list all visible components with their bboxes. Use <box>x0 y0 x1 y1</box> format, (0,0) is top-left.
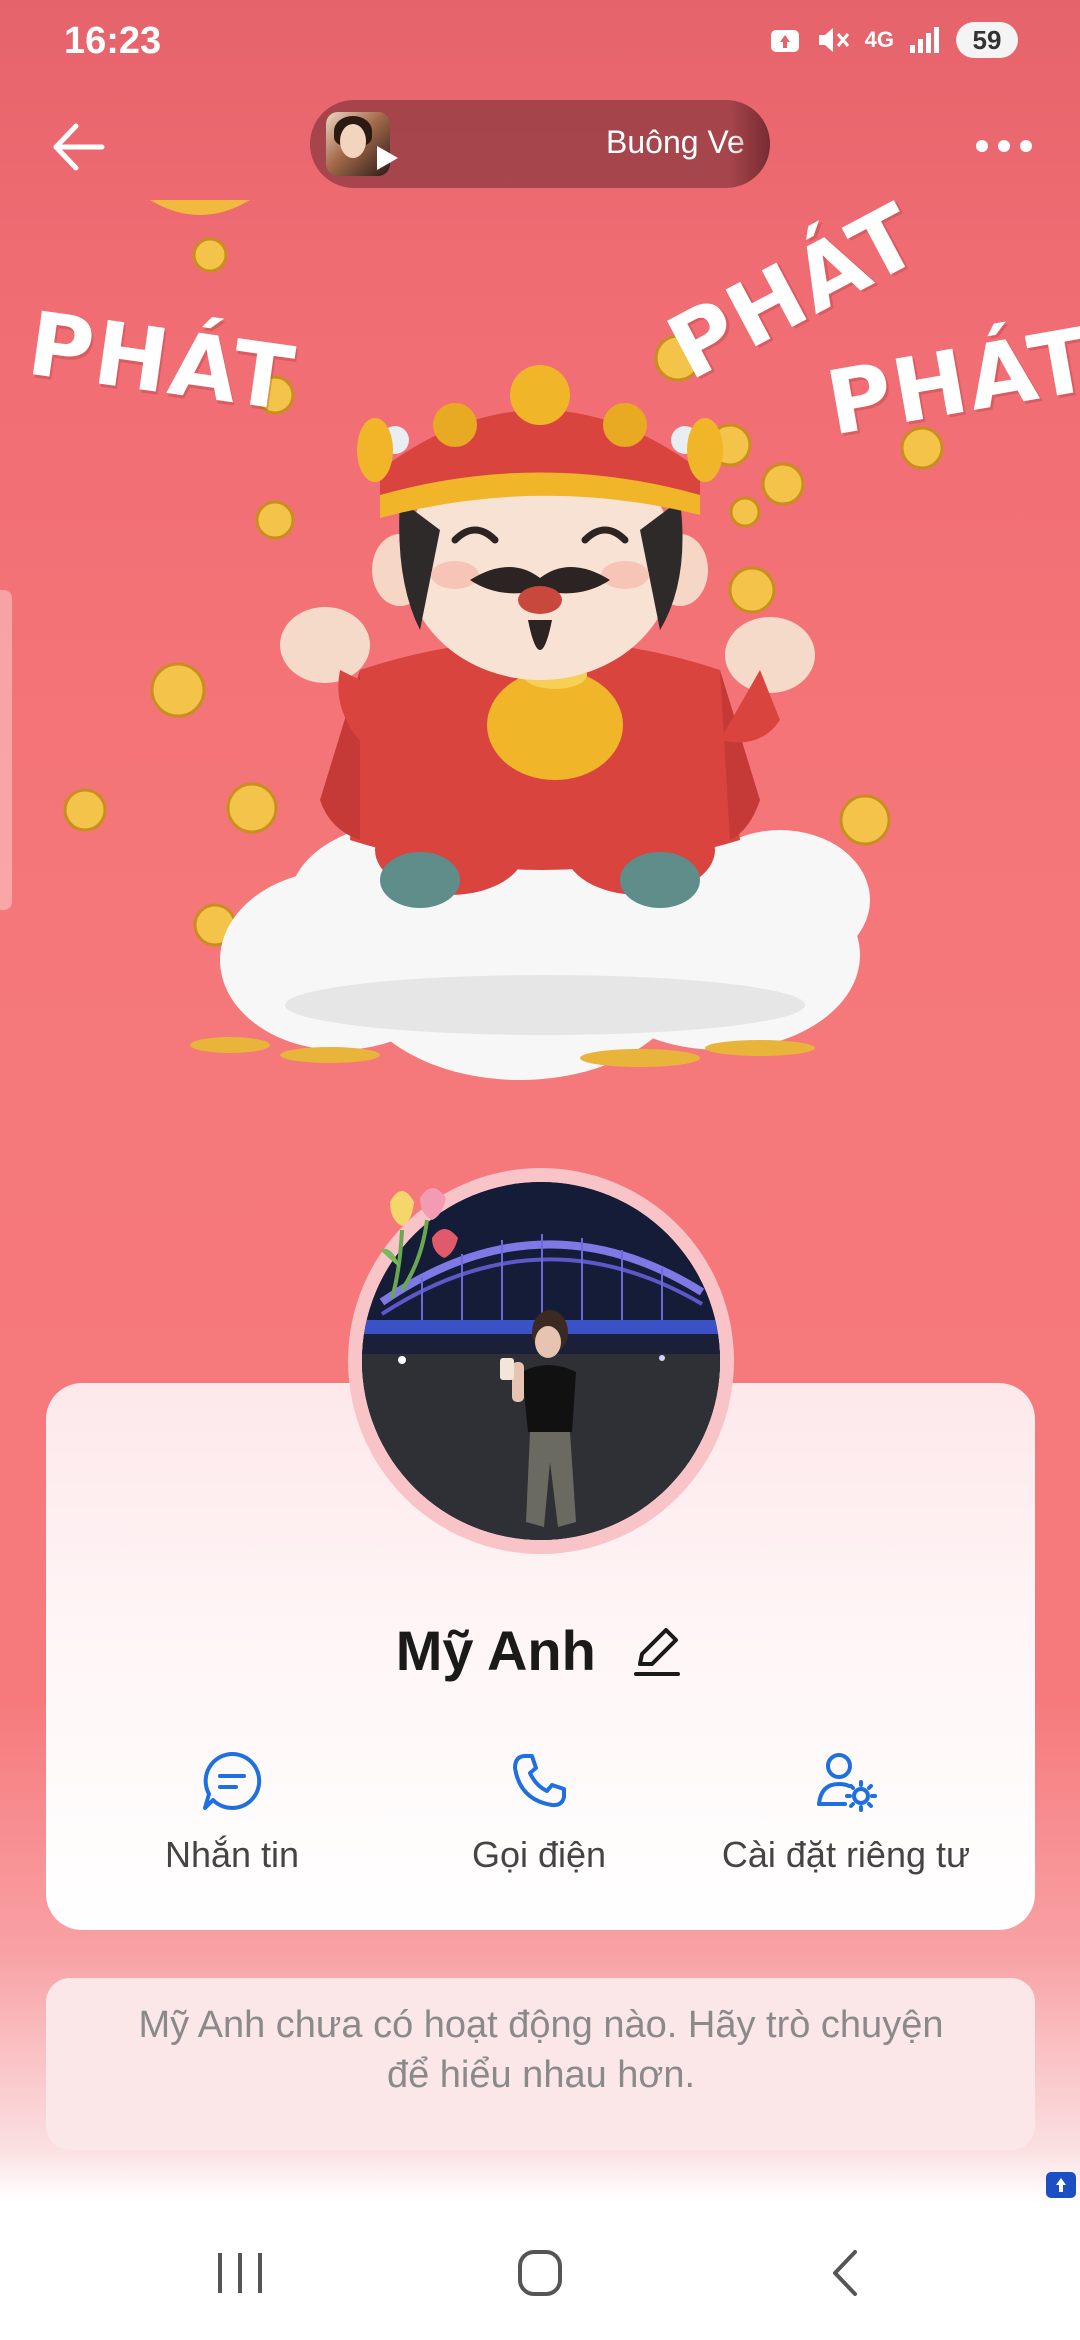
user-settings-icon <box>817 1753 877 1812</box>
message-button[interactable]: Nhắn tin <box>82 1748 382 1876</box>
song-title: Buông Ve <box>606 124 745 160</box>
profile-screen: 16:23 4G 59 Buông Ve PHÁT PHÁT PHÁT Mỹ A… <box>0 0 1080 2340</box>
system-navigation-bar <box>0 2204 1080 2340</box>
home-icon[interactable] <box>490 2238 590 2308</box>
edge-panel-handle[interactable] <box>0 590 12 910</box>
more-horizontal-icon[interactable] <box>968 118 1040 174</box>
arrow-left-icon[interactable] <box>44 112 114 182</box>
back-icon[interactable] <box>795 2238 895 2308</box>
call-label: Gọi điện <box>471 1834 607 1875</box>
floating-upload-icon[interactable] <box>1046 2172 1076 2198</box>
edit-name-icon[interactable] <box>630 1624 684 1678</box>
tulip-decoration-icon <box>380 1188 458 1299</box>
signal-icon <box>910 27 939 53</box>
activity-empty-state: Mỹ Anh chưa có hoạt động nào. Hãy trò ch… <box>46 1978 1035 2150</box>
message-label: Nhắn tin <box>164 1834 300 1875</box>
profile-name-row: Mỹ Anh <box>0 1618 1080 1683</box>
cover-image[interactable]: PHÁT PHÁT PHÁT <box>0 183 1080 1100</box>
status-icons: 4G 59 <box>769 22 1018 58</box>
status-bar: 16:23 4G 59 <box>0 0 1080 84</box>
network-type: 4G <box>864 27 894 52</box>
notification-icon <box>770 30 799 52</box>
profile-name: Mỹ Anh <box>395 1619 596 1682</box>
music-player-pill[interactable]: Buông Ve <box>310 100 770 188</box>
status-time: 16:23 <box>64 20 162 62</box>
phone-icon <box>513 1754 566 1808</box>
privacy-settings-label: Cài đặt riêng tư <box>721 1834 971 1875</box>
mute-icon <box>818 28 849 52</box>
battery-indicator: 59 <box>956 22 1018 58</box>
activity-message: Mỹ Anh chưa có hoạt động nào. Hãy trò ch… <box>138 2004 944 2096</box>
play-icon <box>377 146 398 170</box>
message-icon <box>203 1751 262 1810</box>
call-button[interactable]: Gọi điện <box>389 1748 689 1876</box>
recent-apps-icon[interactable] <box>190 2238 290 2308</box>
privacy-settings-button[interactable]: Cài đặt riêng tư <box>696 1748 996 1876</box>
battery-level: 59 <box>972 24 1002 55</box>
